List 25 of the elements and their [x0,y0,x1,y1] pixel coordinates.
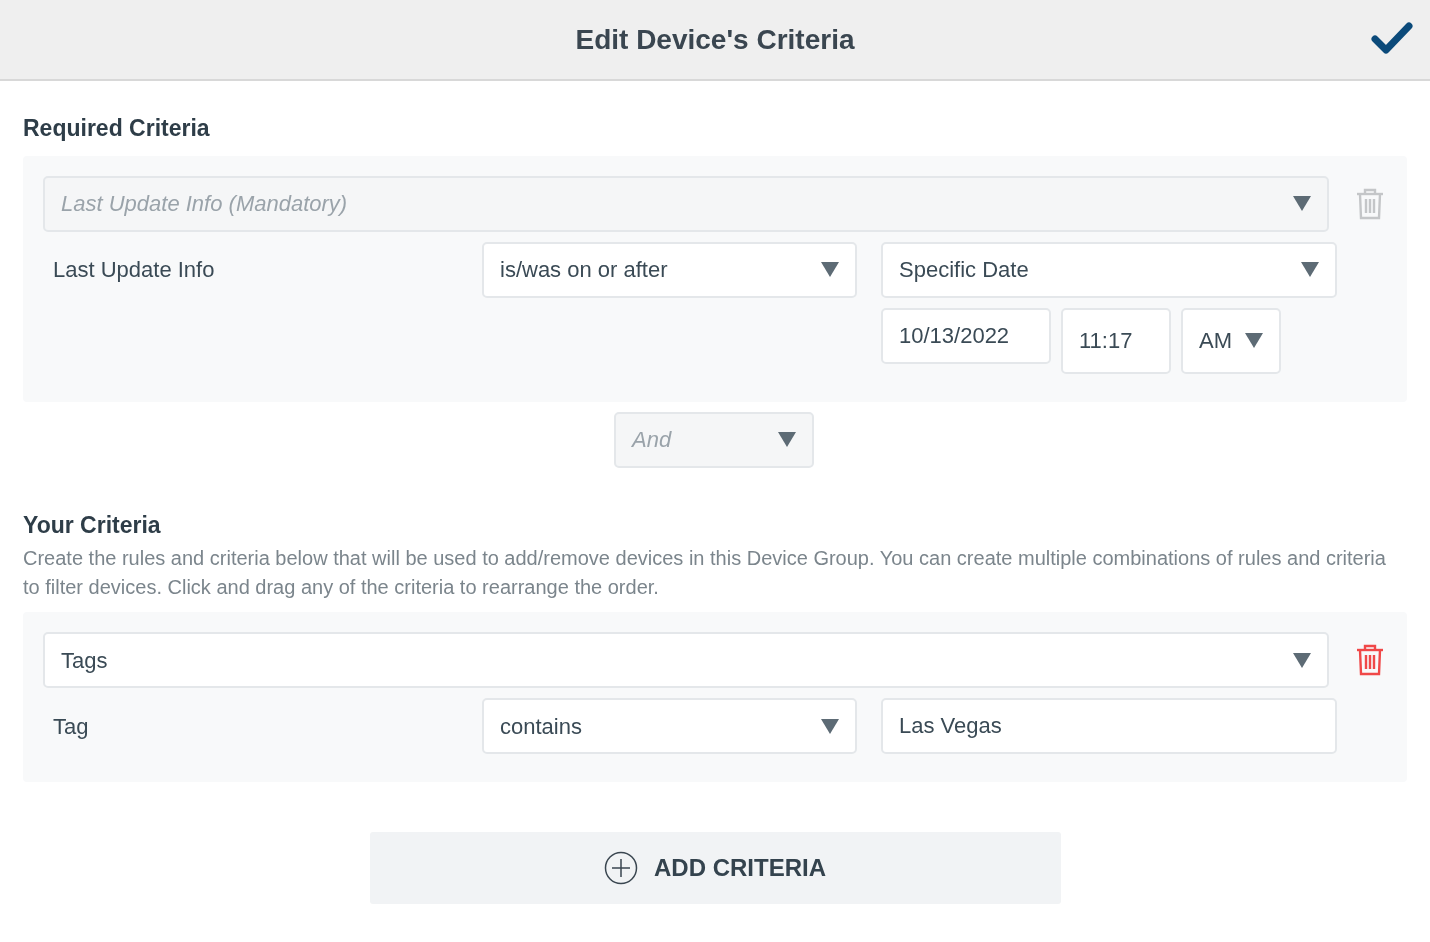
section-heading: Required Criteria [23,114,211,143]
caret-icon [821,718,839,734]
checkmark-icon [1371,21,1413,55]
dropdown[interactable]: Tags [43,632,1329,688]
caret-icon [1301,262,1319,277]
dropdown[interactable]: Specific Date [881,241,1337,298]
criteria-label: Tag [52,712,90,741]
input-field[interactable]: 11:17 [1061,307,1171,374]
plus-circle-icon [604,851,638,885]
add-criteria-button[interactable]: ADD CRITERIA [369,832,1061,904]
caret-icon [1293,196,1311,211]
caret-icon [821,262,839,277]
input-field[interactable]: 10/13/2022 [881,307,1051,364]
criteria-label: Last Update Info [52,256,216,284]
input-field[interactable]: Las Vegas [881,698,1337,754]
section-heading: Your Criteria [23,510,162,540]
caret-icon [1245,333,1263,348]
dropdown[interactable]: is/was on or after [482,241,857,298]
dropdown[interactable]: contains [482,698,857,754]
caret-icon [1293,652,1311,668]
window-title: Edit Device's Criteria [575,22,855,57]
delete-icon[interactable] [1355,644,1385,676]
caret-icon [778,432,796,447]
description-text: Create the rules and criteria below that will be used to add/remove devices in this Device Group. You can create multiple combinations of rules and criteria to filter devices. Click and drag any of the criteria to rearrange the order. [23,546,1387,600]
dropdown[interactable]: AM [1181,307,1281,374]
